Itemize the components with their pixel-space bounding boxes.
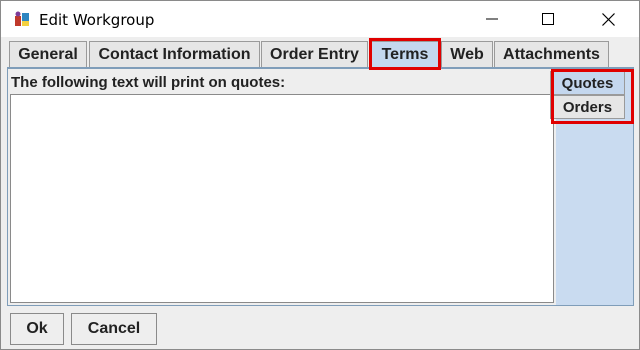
tab-attachments[interactable]: Attachments (494, 41, 609, 68)
cancel-button[interactable]: Cancel (71, 313, 157, 345)
window-title: Edit Workgroup (39, 11, 155, 29)
minimize-icon (486, 18, 498, 20)
maximize-button[interactable] (519, 1, 577, 37)
terms-content: The following text will print on quotes: (7, 68, 634, 306)
title-bar[interactable]: Edit Workgroup (1, 1, 639, 37)
quotes-text-area[interactable] (10, 94, 554, 303)
tab-web[interactable]: Web (441, 41, 493, 68)
tab-order-entry[interactable]: Order Entry (261, 41, 368, 68)
side-tabs-highlight (551, 69, 634, 124)
quotes-panel: The following text will print on quotes: (8, 69, 556, 305)
tab-bar: General Contact Information Order Entry … (9, 41, 633, 68)
quotes-text-label: The following text will print on quotes: (11, 74, 286, 91)
close-button[interactable] (579, 1, 637, 37)
ok-button[interactable]: Ok (10, 313, 64, 345)
app-icon (15, 11, 29, 26)
terms-tab-highlight (369, 38, 441, 70)
tab-general[interactable]: General (9, 41, 87, 68)
edit-workgroup-window: Edit Workgroup General Contact Informati… (0, 0, 640, 350)
tab-contact-information[interactable]: Contact Information (89, 41, 260, 68)
close-icon (601, 12, 615, 26)
minimize-button[interactable] (463, 1, 521, 37)
maximize-icon (542, 13, 554, 25)
